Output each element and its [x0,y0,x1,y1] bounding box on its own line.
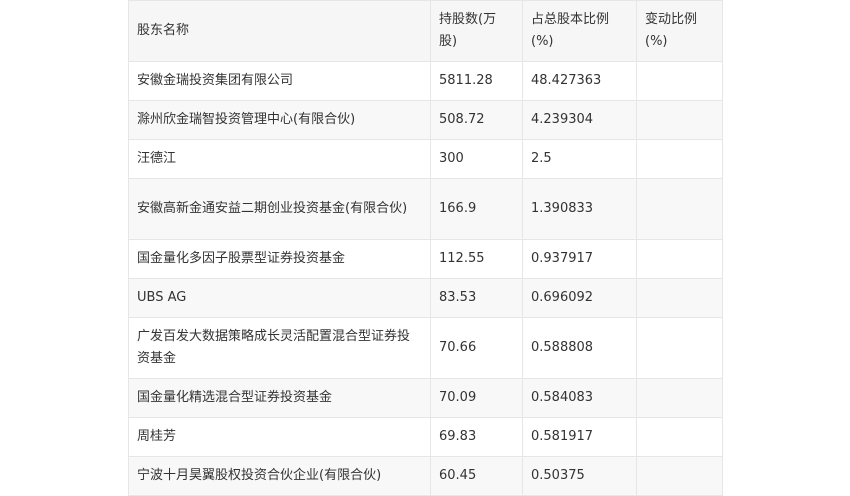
table-header-row: 股东名称 持股数(万股) 占总股本比例(%) 变动比例(%) [128,0,723,62]
cell-shareholder-name: 周桂芳 [128,417,431,457]
cell-shares-held: 5811.28 [430,61,523,101]
header-change-ratio: 变动比例(%) [636,0,723,62]
table-row: 广发百发大数据策略成长灵活配置混合型证券投资基金 70.66 0.588808 [128,317,723,379]
cell-shareholder-name: 安徽金瑞投资集团有限公司 [128,61,431,101]
cell-shareholder-name: 国金量化多因子股票型证券投资基金 [128,239,431,279]
cell-shareholder-name: UBS AG [128,278,431,318]
table-row: 国金量化精选混合型证券投资基金 70.09 0.584083 [128,378,723,418]
shareholder-table: 股东名称 持股数(万股) 占总股本比例(%) 变动比例(%) 安徽金瑞投资集团有… [128,0,723,496]
cell-shares-held: 60.45 [430,456,523,496]
cell-change-ratio [636,317,723,379]
cell-share-ratio: 0.588808 [522,317,637,379]
cell-shares-held: 166.9 [430,178,523,240]
cell-share-ratio: 0.584083 [522,378,637,418]
cell-shares-held: 70.09 [430,378,523,418]
header-share-ratio: 占总股本比例(%) [522,0,637,62]
cell-shares-held: 508.72 [430,100,523,140]
cell-shares-held: 112.55 [430,239,523,279]
table-row: 周桂芳 69.83 0.581917 [128,417,723,457]
cell-share-ratio: 1.390833 [522,178,637,240]
cell-change-ratio [636,278,723,318]
cell-change-ratio [636,378,723,418]
cell-shareholder-name: 宁波十月昊翼股权投资合伙企业(有限合伙) [128,456,431,496]
cell-change-ratio [636,61,723,101]
table-row: 汪德江 300 2.5 [128,139,723,179]
cell-shareholder-name: 安徽高新金通安益二期创业投资基金(有限合伙) [128,178,431,240]
header-shares-held: 持股数(万股) [430,0,523,62]
cell-shares-held: 83.53 [430,278,523,318]
table-row: 滁州欣金瑞智投资管理中心(有限合伙) 508.72 4.239304 [128,100,723,140]
table-row: 安徽金瑞投资集团有限公司 5811.28 48.427363 [128,61,723,101]
cell-share-ratio: 48.427363 [522,61,637,101]
cell-change-ratio [636,178,723,240]
table-row: 国金量化多因子股票型证券投资基金 112.55 0.937917 [128,239,723,279]
cell-change-ratio [636,239,723,279]
cell-change-ratio [636,417,723,457]
cell-change-ratio [636,456,723,496]
table-row: 宁波十月昊翼股权投资合伙企业(有限合伙) 60.45 0.50375 [128,456,723,496]
cell-shares-held: 70.66 [430,317,523,379]
cell-shareholder-name: 汪德江 [128,139,431,179]
cell-change-ratio [636,139,723,179]
cell-shares-held: 300 [430,139,523,179]
cell-share-ratio: 0.937917 [522,239,637,279]
header-shareholder-name: 股东名称 [128,0,431,62]
table-row: UBS AG 83.53 0.696092 [128,278,723,318]
cell-share-ratio: 0.50375 [522,456,637,496]
cell-shares-held: 69.83 [430,417,523,457]
cell-shareholder-name: 滁州欣金瑞智投资管理中心(有限合伙) [128,100,431,140]
table-row: 安徽高新金通安益二期创业投资基金(有限合伙) 166.9 1.390833 [128,178,723,240]
cell-share-ratio: 2.5 [522,139,637,179]
cell-share-ratio: 4.239304 [522,100,637,140]
shareholder-table-container: 股东名称 持股数(万股) 占总股本比例(%) 变动比例(%) 安徽金瑞投资集团有… [128,0,723,496]
cell-share-ratio: 0.696092 [522,278,637,318]
cell-shareholder-name: 广发百发大数据策略成长灵活配置混合型证券投资基金 [128,317,431,379]
cell-change-ratio [636,100,723,140]
cell-share-ratio: 0.581917 [522,417,637,457]
cell-shareholder-name: 国金量化精选混合型证券投资基金 [128,378,431,418]
